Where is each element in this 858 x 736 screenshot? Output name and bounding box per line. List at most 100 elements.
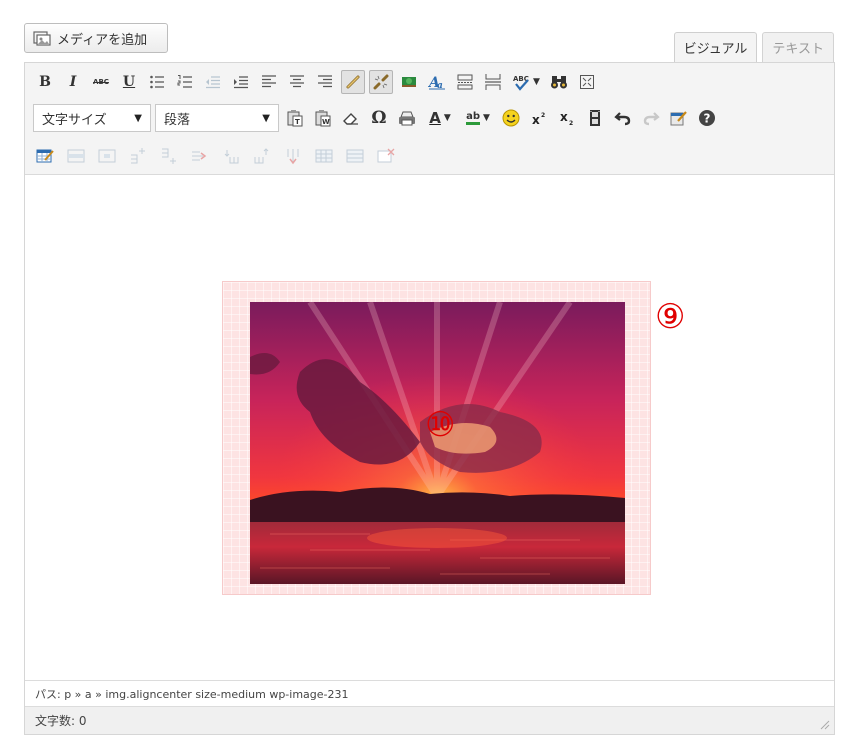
underline-button[interactable]: U (117, 70, 141, 94)
text-style-button[interactable]: Aa (425, 70, 449, 94)
merge-cells-button[interactable] (343, 144, 367, 168)
font-size-select[interactable]: 文字サイズ ▼ (33, 104, 151, 132)
help-button[interactable]: ? (695, 106, 719, 130)
bullet-list-button[interactable] (145, 70, 169, 94)
svg-text:W: W (322, 118, 330, 126)
word-count-bar: 文字数: 0 (25, 706, 834, 734)
insert-image-button[interactable] (397, 70, 421, 94)
undo-button[interactable] (611, 106, 635, 130)
align-right-button[interactable] (313, 70, 337, 94)
insert-media-button[interactable] (583, 106, 607, 130)
paste-word-icon: W (315, 110, 331, 127)
paste-text-button[interactable]: T (283, 106, 307, 130)
print-button[interactable] (395, 106, 419, 130)
numbered-list-button[interactable] (173, 70, 197, 94)
split-cells-icon (315, 149, 333, 163)
merge-cells-icon (346, 149, 364, 163)
numbered-list-icon (177, 75, 192, 88)
outdent-icon (206, 76, 220, 89)
spellcheck-button[interactable]: ABC ▼ (509, 70, 543, 94)
table-row-props-button[interactable] (64, 144, 88, 168)
row-after-icon (162, 148, 176, 164)
insert-col-before-button[interactable] (219, 144, 243, 168)
insert-col-after-button[interactable] (250, 144, 274, 168)
add-media-button[interactable]: メディアを追加 (24, 23, 168, 53)
bold-button[interactable]: B (33, 70, 57, 94)
page-break-icon (485, 74, 501, 90)
more-tag-button[interactable] (453, 70, 477, 94)
help-icon: ? (699, 110, 715, 126)
align-left-icon (262, 75, 276, 88)
svg-text:x: x (532, 113, 540, 127)
align-right-icon (318, 75, 332, 88)
italic-button[interactable]: I (61, 70, 85, 94)
editor-toolbar: B I ABC U A a ABC ▼ 文字サイズ ▼ 段落 ▼ T W Ω A… (25, 63, 834, 175)
redo-button[interactable] (639, 106, 663, 130)
media-icon (33, 31, 51, 46)
font-size-select-value: 文字サイズ (42, 112, 107, 128)
special-character-button[interactable]: Ω (367, 106, 391, 130)
delete-col-button[interactable] (281, 144, 305, 168)
delete-table-button[interactable] (374, 144, 398, 168)
element-path-bar: パス: p » a » img.aligncenter size-medium … (25, 680, 834, 706)
indent-button[interactable] (229, 70, 253, 94)
image-icon (402, 77, 416, 87)
chevron-down-icon: ▼ (482, 113, 490, 123)
insert-row-after-button[interactable] (157, 144, 181, 168)
row-before-icon (131, 148, 145, 164)
unlink-button[interactable] (369, 70, 393, 94)
tab-visual[interactable]: ビジュアル (673, 32, 758, 62)
table-cell-props-button[interactable] (95, 144, 119, 168)
clear-formatting-button[interactable] (339, 106, 363, 130)
indent-icon (234, 76, 248, 89)
svg-text:2: 2 (569, 120, 573, 127)
paste-word-button[interactable]: W (311, 106, 335, 130)
split-cells-button[interactable] (312, 144, 336, 168)
svg-text:T: T (295, 118, 300, 126)
fullscreen-icon (580, 75, 594, 89)
format-select[interactable]: 段落 ▼ (155, 104, 279, 132)
highlight-glyph: ab (466, 111, 480, 125)
add-media-label: メディアを追加 (57, 32, 148, 48)
chevron-down-icon: ▼ (134, 112, 142, 124)
insert-table-button[interactable] (33, 144, 57, 168)
resize-grip-icon[interactable] (818, 718, 830, 730)
element-path: パス: p » a » img.aligncenter size-medium … (35, 687, 349, 701)
subscript-button[interactable]: x2 (555, 106, 579, 130)
film-icon (590, 110, 600, 126)
more-tag-icon (457, 74, 473, 90)
align-left-button[interactable] (257, 70, 281, 94)
smiley-icon (502, 109, 520, 127)
col-after-icon (254, 148, 269, 164)
highlight-color-button[interactable]: ab ▼ (461, 106, 495, 130)
undo-icon (614, 112, 631, 126)
delete-row-button[interactable] (188, 144, 212, 168)
align-center-icon (290, 75, 304, 88)
page-break-button[interactable] (481, 70, 505, 94)
find-replace-button[interactable] (547, 70, 571, 94)
html-source-button[interactable] (667, 106, 691, 130)
toolbar-row-2: 文字サイズ ▼ 段落 ▼ T W Ω A ▼ ab ▼ x 2 x 2 ? (33, 103, 719, 133)
eraser-icon (343, 113, 358, 125)
table-row-icon (67, 149, 85, 163)
emoticon-button[interactable] (499, 106, 523, 130)
fullscreen-button[interactable] (575, 70, 599, 94)
callout-9: ⑨ (655, 297, 686, 337)
spellcheck-icon: ABC (513, 75, 529, 91)
insert-link-button[interactable] (341, 70, 365, 94)
delete-row-icon (192, 151, 207, 161)
strikethrough-button[interactable]: ABC (89, 70, 113, 94)
outdent-button[interactable] (201, 70, 225, 94)
svg-text:2: 2 (541, 112, 545, 119)
link-icon (346, 75, 360, 89)
superscript-button[interactable]: x2 (527, 106, 551, 130)
text-color-button[interactable]: A ▼ (423, 106, 457, 130)
callout-10: ⑩ (425, 405, 456, 445)
spellcheck-dropdown-icon: ▼ (533, 77, 540, 87)
redo-icon (643, 112, 660, 126)
insert-row-before-button[interactable] (126, 144, 150, 168)
col-before-icon (224, 150, 239, 164)
tab-text[interactable]: テキスト (762, 32, 834, 62)
table-edit-icon (36, 149, 54, 163)
align-center-button[interactable] (285, 70, 309, 94)
